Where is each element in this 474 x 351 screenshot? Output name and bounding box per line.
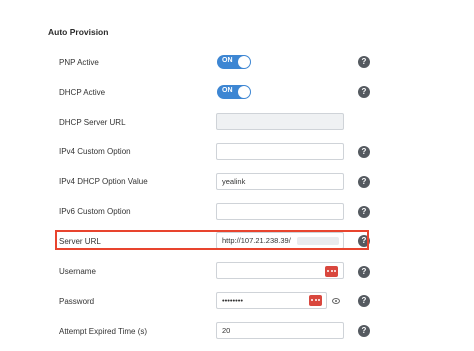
toggle-knob [238,86,250,98]
attempt-expired-time-label: Attempt Expired Time (s) [59,327,148,336]
help-icon[interactable]: ? [358,146,370,158]
password-label: Password [59,297,95,306]
ipv4-dhcp-option-value-field[interactable] [216,173,344,190]
dhcp-active-toggle[interactable]: ON [217,85,251,99]
ipv4-dhcp-option-value-label: IPv4 DHCP Option Value [59,177,148,186]
help-icon[interactable]: ? [358,86,370,98]
toggle-knob [238,56,250,68]
attempt-expired-time-field[interactable] [216,322,344,339]
username-options-button[interactable] [325,266,338,277]
username-label: Username [59,267,96,276]
ipv6-custom-option-label: IPv6 Custom Option [59,207,131,216]
pnp-active-toggle[interactable]: ON [217,55,251,69]
section-title: Auto Provision [48,27,109,37]
pnp-active-label: PNP Active [59,58,99,67]
help-icon[interactable]: ? [358,235,370,247]
dot [334,270,336,272]
dot [314,299,317,301]
dhcp-server-url-label: DHCP Server URL [59,118,126,127]
dot [311,299,313,301]
show-password-eye-icon[interactable] [332,298,340,304]
help-icon[interactable]: ? [358,176,370,188]
help-icon[interactable]: ? [358,56,370,68]
help-icon[interactable]: ? [358,325,370,337]
redacted-url-blur [297,237,339,245]
password-options-button[interactable] [309,295,322,306]
dot [327,270,329,272]
toggle-text: ON [222,57,233,64]
ipv6-custom-option-field[interactable] [216,203,344,220]
dhcp-active-label: DHCP Active [59,88,106,97]
dhcp-server-url-field [216,113,344,130]
help-icon[interactable]: ? [358,295,370,307]
dot [318,299,320,301]
ipv4-custom-option-field[interactable] [216,143,344,160]
server-url-label: Server URL [59,237,101,246]
toggle-text: ON [222,87,233,94]
ipv4-custom-option-label: IPv4 Custom Option [59,147,131,156]
help-icon[interactable]: ? [358,206,370,218]
help-icon[interactable]: ? [358,266,370,278]
dot [330,270,333,272]
